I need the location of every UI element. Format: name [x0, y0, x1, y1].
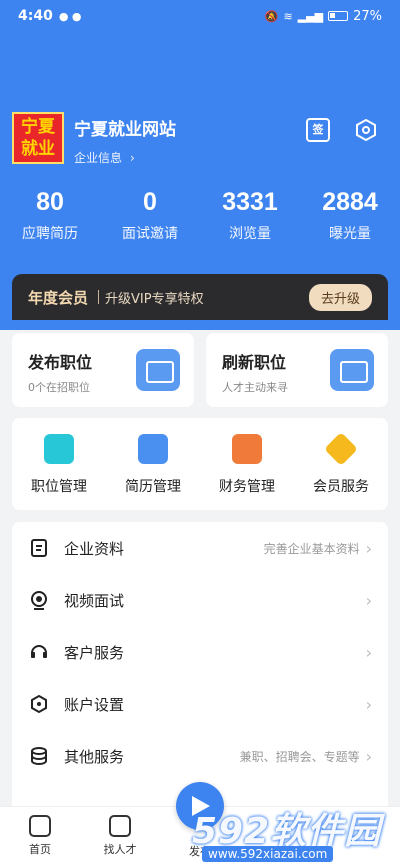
company-logo: 宁夏 就业	[12, 112, 64, 164]
chevron-right-icon: ›	[365, 746, 372, 766]
company-name: 宁夏就业网站	[74, 120, 176, 140]
grid-item-resume-manage[interactable]: 简历管理	[106, 418, 200, 510]
battery-percent: 27%	[353, 8, 382, 24]
hexagon-gear-icon	[28, 693, 50, 715]
grid-item-member[interactable]: 会员服务	[294, 418, 388, 510]
chevron-right-icon: ›	[365, 694, 372, 714]
database-icon	[28, 745, 50, 767]
refresh-job-card[interactable]: 刷新职位 人才主动来寻	[206, 333, 388, 407]
stats-row: 80 应聘简历 0 面试邀请 3331 浏览量 2884 曝光量	[0, 188, 400, 243]
wallet-icon	[232, 434, 262, 464]
settings-icon[interactable]	[354, 118, 378, 142]
grid-item-finance[interactable]: 财务管理	[200, 418, 294, 510]
tab-home[interactable]: 首页	[0, 807, 80, 866]
diamond-icon	[324, 432, 358, 466]
settings-menu: 企业资料 完善企业基本资料 › 视频面试 › 客户服务 › 账户设置 › 其他服…	[12, 522, 388, 812]
briefcase-icon	[136, 349, 180, 391]
resume-icon	[138, 434, 168, 464]
menu-item-account-settings[interactable]: 账户设置 ›	[12, 678, 388, 730]
menu-item-customer-service[interactable]: 客户服务 ›	[12, 626, 388, 678]
quick-cards: 发布职位 0个在招职位 刷新职位 人才主动来寻	[12, 333, 388, 407]
camera-icon	[28, 589, 50, 611]
wifi-icon: ≋	[283, 9, 293, 23]
status-right: 🔕 ≋ ▂▄▆ 27%	[265, 9, 382, 24]
post-job-card[interactable]: 发布职位 0个在招职位	[12, 333, 194, 407]
chevron-right-icon: ›	[365, 538, 372, 558]
watermark: 592软件园 www.592xiazai.com	[180, 800, 400, 866]
watermark-url: www.592xiazai.com	[202, 846, 334, 862]
vip-desc: 升级VIP专享特权	[105, 291, 204, 307]
status-bar: 4:40 ● ● 🔕 ≋ ▂▄▆ 27%	[0, 0, 400, 32]
stat-resumes[interactable]: 80 应聘简历	[0, 188, 100, 243]
home-icon	[29, 815, 51, 837]
vip-title: 年度会员	[28, 288, 89, 307]
stat-views[interactable]: 3331 浏览量	[200, 188, 300, 243]
folder-icon	[44, 434, 74, 464]
vip-banner[interactable]: 年度会员 升级VIP专享特权 去升级	[12, 274, 388, 320]
status-time: 4:40	[18, 8, 53, 24]
search-talent-icon	[109, 815, 131, 837]
grid-item-job-manage[interactable]: 职位管理	[12, 418, 106, 510]
mute-icon: 🔕	[264, 9, 279, 23]
menu-item-video-interview[interactable]: 视频面试 ›	[12, 574, 388, 626]
document-icon	[28, 537, 50, 559]
chevron-right-icon: ›	[365, 642, 372, 662]
vip-divider	[98, 290, 100, 304]
battery-icon	[328, 11, 349, 21]
headset-icon	[28, 641, 50, 663]
function-grid: 职位管理 简历管理 财务管理 会员服务	[12, 418, 388, 510]
notification-icons: ● ●	[58, 9, 82, 23]
company-header[interactable]: 宁夏 就业 宁夏就业网站 企业信息 ›	[12, 112, 176, 166]
chevron-right-icon: ›	[365, 590, 372, 610]
tab-find-talent[interactable]: 找人才	[80, 807, 160, 866]
company-info-link[interactable]: 企业信息 ›	[74, 149, 176, 166]
chevron-right-icon: ›	[130, 150, 135, 165]
menu-item-company-profile[interactable]: 企业资料 完善企业基本资料 ›	[12, 522, 388, 574]
upgrade-button[interactable]: 去升级	[308, 283, 372, 311]
stat-exposure[interactable]: 2884 曝光量	[300, 188, 400, 243]
signal-icon: ▂▄▆	[297, 9, 324, 23]
calendar-sign-icon[interactable]: 签	[306, 118, 330, 142]
refresh-icon	[330, 349, 374, 391]
stat-interviews[interactable]: 0 面试邀请	[100, 188, 200, 243]
menu-item-other-services[interactable]: 其他服务 兼职、招聘会、专题等 ›	[12, 730, 388, 782]
